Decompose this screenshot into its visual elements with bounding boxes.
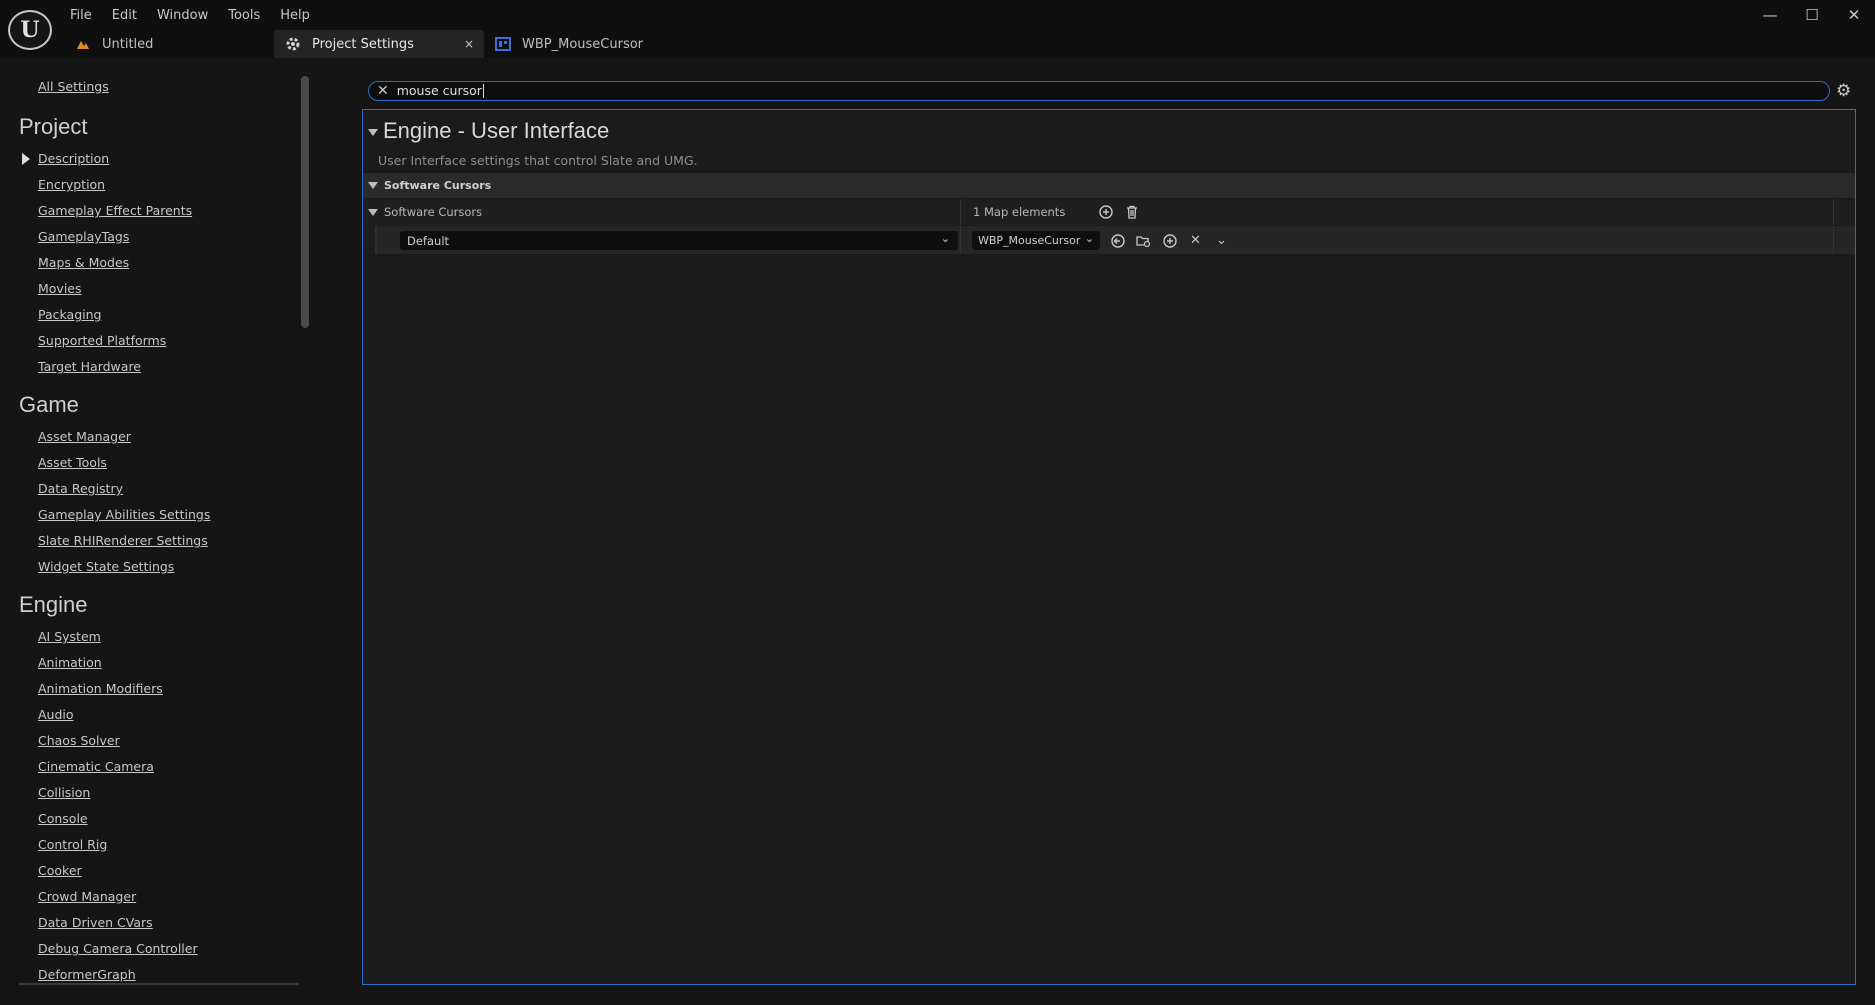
column-splitter[interactable] <box>1833 199 1834 225</box>
settings-search-box[interactable]: ✕ mouse cursor <box>368 81 1830 101</box>
tab-wbp-mousecursor[interactable]: WBP_MouseCursor <box>484 30 654 58</box>
title-bar: U File Edit Window Tools Help — ☐ ✕ Unti… <box>0 0 1875 58</box>
browse-folder-icon[interactable] <box>1135 232 1152 249</box>
level-icon <box>74 35 92 53</box>
map-element-count: 1 Map elements <box>973 205 1066 219</box>
menu-window[interactable]: Window <box>147 4 218 28</box>
delete-all-icon[interactable] <box>1124 204 1140 220</box>
sidebar-item-asset-tools[interactable]: Asset Tools <box>38 455 107 470</box>
tab-label: Untitled <box>102 36 154 52</box>
all-settings-link[interactable]: All Settings <box>38 79 109 94</box>
sidebar-item-supported-platforms[interactable]: Supported Platforms <box>38 333 166 348</box>
document-tabs: Untitled Project Settings × WBP_MouseCur… <box>64 30 654 58</box>
section-title: Engine - User Interface <box>383 118 610 143</box>
sidebar-item-animation[interactable]: Animation <box>38 655 102 670</box>
sidebar-item-chaos-solver[interactable]: Chaos Solver <box>38 733 120 748</box>
close-window-icon[interactable]: ✕ <box>1833 0 1875 30</box>
menu-help[interactable]: Help <box>270 4 320 28</box>
sidebar-scrollbar[interactable] <box>301 76 309 328</box>
menu-edit[interactable]: Edit <box>102 4 147 28</box>
menu-bar: File Edit Window Tools Help <box>60 4 320 28</box>
window-controls: — ☐ ✕ <box>1749 0 1875 30</box>
maximize-icon[interactable]: ☐ <box>1791 0 1833 30</box>
clear-search-icon[interactable]: ✕ <box>377 83 389 99</box>
settings-sidebar: All Settings Project Description Encrypt… <box>0 58 315 1005</box>
collapse-arrow-icon[interactable] <box>368 209 378 216</box>
tab-untitled[interactable]: Untitled <box>64 30 274 58</box>
sidebar-item-movies[interactable]: Movies <box>38 281 82 296</box>
section-heading-project: Project <box>19 114 88 139</box>
map-element-row: Default ⌄ WBP_MouseCursor ⌄ ✕ ⌄ <box>363 226 1855 254</box>
settings-details-panel: Engine - User Interface User Interface s… <box>362 109 1856 985</box>
category-header[interactable]: Software Cursors <box>363 173 1855 198</box>
row-indent <box>375 226 377 254</box>
remove-element-icon[interactable]: ✕ <box>1187 232 1204 249</box>
search-input[interactable]: mouse cursor <box>397 84 484 98</box>
sidebar-item-widget-state-settings[interactable]: Widget State Settings <box>38 559 174 574</box>
sidebar-item-target-hardware[interactable]: Target Hardware <box>38 359 141 374</box>
collapse-arrow-icon[interactable] <box>368 129 378 136</box>
use-selected-icon[interactable] <box>1109 232 1126 249</box>
add-element-icon[interactable] <box>1098 204 1114 220</box>
sidebar-item-data-registry[interactable]: Data Registry <box>38 481 123 496</box>
insert-element-icon[interactable] <box>1161 232 1178 249</box>
sidebar-item-deformergraph[interactable]: DeformerGraph <box>38 967 136 982</box>
sidebar-item-audio[interactable]: Audio <box>38 707 74 722</box>
tab-label: WBP_MouseCursor <box>522 36 644 52</box>
section-heading-engine: Engine <box>19 592 88 617</box>
tab-label: Project Settings <box>312 36 414 52</box>
widget-class-picker[interactable]: WBP_MouseCursor ⌄ <box>972 231 1100 250</box>
sidebar-item-ai-system[interactable]: AI System <box>38 629 101 644</box>
tab-close-icon[interactable]: × <box>464 37 474 51</box>
expand-arrow-icon[interactable] <box>22 153 30 165</box>
sidebar-item-console[interactable]: Console <box>38 811 88 826</box>
row-drag-handle[interactable] <box>363 226 375 254</box>
sidebar-item-control-rig[interactable]: Control Rig <box>38 837 107 852</box>
section-description: User Interface settings that control Sla… <box>378 153 698 168</box>
property-row: Software Cursors 1 Map elements <box>363 199 1855 225</box>
sidebar-item-crowd-manager[interactable]: Crowd Manager <box>38 889 136 904</box>
gear-icon[interactable]: ⚙ <box>1836 81 1851 101</box>
dropdown-value: Default <box>407 233 450 248</box>
menu-file[interactable]: File <box>60 4 102 28</box>
menu-tools[interactable]: Tools <box>218 4 270 28</box>
chevron-down-icon: ⌄ <box>1084 232 1094 245</box>
column-splitter[interactable] <box>960 226 961 254</box>
sidebar-item-collision[interactable]: Collision <box>38 785 90 800</box>
section-heading-game: Game <box>19 392 79 417</box>
unreal-logo-icon: U <box>8 10 52 50</box>
sidebar-item-gameplaytags[interactable]: GameplayTags <box>38 229 129 244</box>
minimize-icon[interactable]: — <box>1749 0 1791 30</box>
sidebar-item-animation-modifiers[interactable]: Animation Modifiers <box>38 681 163 696</box>
sidebar-item-maps-modes[interactable]: Maps & Modes <box>38 255 129 270</box>
tab-project-settings[interactable]: Project Settings × <box>274 30 484 58</box>
collapse-arrow-icon[interactable] <box>368 182 378 189</box>
chevron-down-icon[interactable]: ⌄ <box>1213 232 1230 249</box>
sidebar-item-encryption[interactable]: Encryption <box>38 177 105 192</box>
widget-blueprint-icon <box>494 35 512 53</box>
chevron-down-icon: ⌄ <box>940 232 950 245</box>
sidebar-item-description[interactable]: Description <box>38 151 109 166</box>
sidebar-item-cooker[interactable]: Cooker <box>38 863 82 878</box>
cursor-type-dropdown[interactable]: Default ⌄ <box>400 231 958 250</box>
column-splitter[interactable] <box>960 199 961 225</box>
sidebar-item-cinematic-camera[interactable]: Cinematic Camera <box>38 759 154 774</box>
sidebar-item-packaging[interactable]: Packaging <box>38 307 101 322</box>
sidebar-item-slate-rhirenderer-settings[interactable]: Slate RHIRenderer Settings <box>38 533 208 548</box>
property-label: Software Cursors <box>384 205 483 219</box>
picker-value: WBP_MouseCursor <box>978 234 1081 247</box>
category-label: Software Cursors <box>384 179 492 192</box>
sidebar-item-data-driven-cvars[interactable]: Data Driven CVars <box>38 915 153 930</box>
column-splitter[interactable] <box>1833 226 1834 254</box>
sidebar-item-asset-manager[interactable]: Asset Manager <box>38 429 131 444</box>
sidebar-item-gameplay-abilities-settings[interactable]: Gameplay Abilities Settings <box>38 507 210 522</box>
sidebar-item-gameplay-effect-parents[interactable]: Gameplay Effect Parents <box>38 203 192 218</box>
settings-icon <box>284 35 302 53</box>
sidebar-divider <box>19 983 299 985</box>
sidebar-item-debug-camera-controller[interactable]: Debug Camera Controller <box>38 941 198 956</box>
